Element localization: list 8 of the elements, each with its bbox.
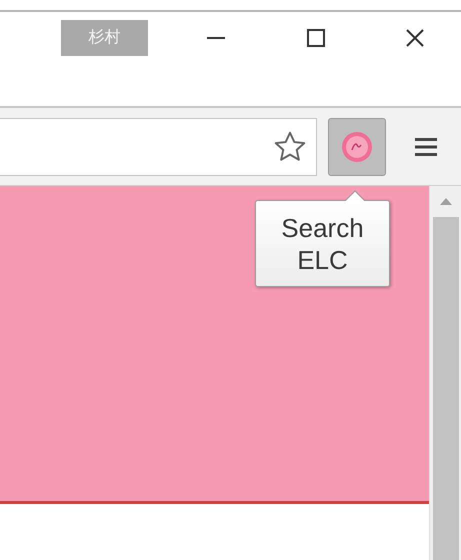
close-icon — [405, 28, 425, 48]
extension-logo-icon — [341, 130, 373, 162]
scrollbar[interactable] — [429, 186, 461, 560]
tooltip-text: ELC — [297, 244, 348, 276]
tooltip-text: Search — [281, 212, 364, 244]
scrollbar-thumb[interactable] — [432, 217, 458, 560]
menu-icon — [415, 136, 437, 156]
profile-name-badge[interactable]: 杉村 — [61, 20, 148, 56]
